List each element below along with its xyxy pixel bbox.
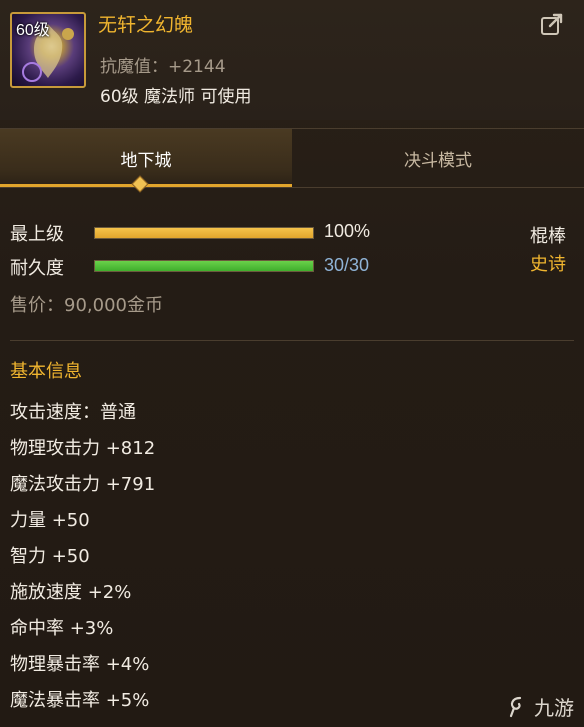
stat-line: 魔法暴击率 +5% [10,690,150,711]
max-level-label: 最上级 [10,224,64,245]
item-rarity: 史诗 [530,254,566,275]
item-requirement: 60级 魔法师 可使用 [100,87,252,107]
durability-label: 耐久度 [10,258,64,279]
mode-tabs: 地下城 决斗模式 [0,128,584,188]
item-name: 无轩之幻魄 [98,14,194,36]
item-header: 60级 无轩之幻魄 抗魔值：+2144 60级 魔法师 可使用 [0,0,584,120]
item-level-badge: 60级 [16,22,50,39]
stat-line: 物理攻击力 +812 [10,438,156,459]
share-icon [541,13,563,35]
stat-line: 施放速度 +2% [10,582,132,603]
basic-info-title: 基本信息 [10,361,82,382]
sell-price: 售价：90,000金币 [10,295,163,316]
stat-line: 命中率 +3% [10,618,114,639]
tab-label: 决斗模式 [404,150,472,171]
item-icon[interactable]: 60级 [10,12,86,88]
item-magic-resist: 抗魔值：+2144 [100,57,226,77]
max-level-bar-fill [95,228,313,238]
tab-dungeon[interactable]: 地下城 [0,129,292,187]
durability-bar [94,260,314,272]
watermark: 九游 [506,692,574,721]
weapon-type: 棍棒 [530,226,566,247]
max-level-value: 100% [324,221,371,241]
durability-bar-fill [95,261,313,271]
stat-line: 物理暴击率 +4% [10,654,150,675]
durability-value: 30/30 [324,255,370,275]
nine-game-logo-icon [509,696,522,717]
tab-label: 地下城 [120,150,172,171]
stat-line: 智力 +50 [10,546,90,567]
max-level-bar [94,227,314,239]
stat-line: 魔法攻击力 +791 [10,474,156,495]
share-button[interactable] [538,10,566,38]
stat-line: 攻击速度：普通 [10,402,136,423]
stat-line: 力量 +50 [10,510,90,531]
tab-duel[interactable]: 决斗模式 [292,129,584,187]
section-divider [10,340,574,341]
watermark-text: 九游 [534,696,574,720]
